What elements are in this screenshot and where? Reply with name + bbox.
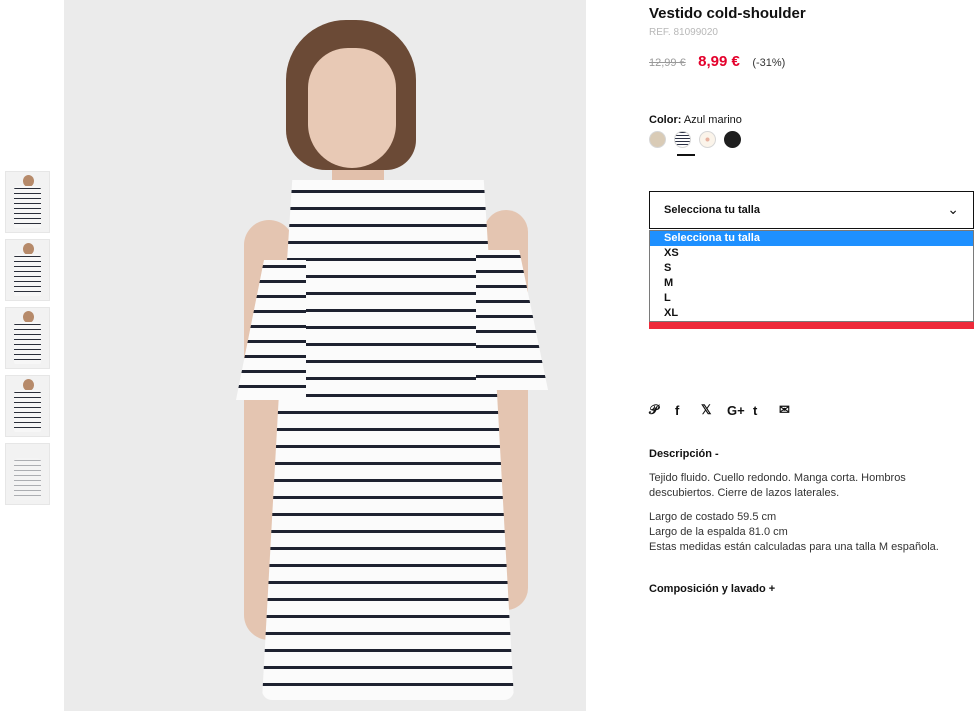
thumbnail-list — [5, 171, 50, 511]
size-select[interactable]: Selecciona tu talla ⌄ — [649, 191, 974, 229]
color-swatches — [649, 131, 749, 148]
product-reference: REF. 81099020 — [649, 27, 718, 38]
selected-swatch-indicator — [677, 154, 695, 156]
product-main-image[interactable] — [64, 0, 586, 711]
description-toggle[interactable]: Descripción - — [649, 448, 719, 460]
swatch-floral[interactable] — [699, 131, 716, 148]
thumbnail-2[interactable] — [5, 239, 50, 301]
facebook-icon[interactable]: f — [675, 403, 701, 418]
google-plus-icon[interactable]: G+ — [727, 403, 753, 418]
chevron-down-icon: ⌄ — [947, 201, 959, 217]
swatch-beige[interactable] — [649, 131, 666, 148]
size-option-xs[interactable]: XS — [650, 246, 973, 261]
swatch-black[interactable] — [724, 131, 741, 148]
size-option-xl[interactable]: XL — [650, 306, 973, 321]
email-icon[interactable]: ✉ — [779, 402, 805, 418]
measure-line-1: Largo de costado 59.5 cm — [649, 511, 777, 523]
product-title: Vestido cold-shoulder — [649, 5, 806, 22]
social-share-row: 𝒫 f 𝕏 G+ t ✉ — [649, 402, 805, 418]
size-option[interactable]: Selecciona tu talla — [650, 231, 973, 246]
color-value: Azul marino — [683, 114, 742, 126]
color-label-row: Color: Azul marino — [649, 114, 742, 126]
description-text: Tejido fluido. Cuello redondo. Manga cor… — [649, 471, 969, 555]
twitter-icon[interactable]: 𝕏 — [701, 402, 727, 418]
model-face — [308, 48, 396, 168]
thumbnail-5[interactable] — [5, 443, 50, 505]
pinterest-icon[interactable]: 𝒫 — [649, 402, 675, 418]
thumbnail-4[interactable] — [5, 375, 50, 437]
discount-badge: (-31%) — [752, 57, 786, 69]
thumbnail-3[interactable] — [5, 307, 50, 369]
measure-line-3: Estas medidas están calculadas para una … — [649, 541, 939, 553]
size-dropdown-list: Selecciona tu talla XS S M L XL — [649, 230, 974, 322]
old-price: 12,99 € — [649, 57, 686, 69]
price-row: 12,99 € 8,99 € (-31%) — [649, 53, 785, 71]
color-label: Color: — [649, 114, 682, 126]
dress-sleeve-right — [476, 250, 548, 390]
size-option-s[interactable]: S — [650, 261, 973, 276]
sale-price: 8,99 € — [698, 53, 740, 70]
swatch-navy-stripes[interactable] — [674, 131, 691, 148]
size-option-m[interactable]: M — [650, 276, 973, 291]
description-paragraph: Tejido fluido. Cuello redondo. Manga cor… — [649, 472, 906, 499]
thumbnail-1[interactable] — [5, 171, 50, 233]
size-option-l[interactable]: L — [650, 291, 973, 306]
size-select-label: Selecciona tu talla — [664, 204, 760, 216]
tumblr-icon[interactable]: t — [753, 403, 779, 418]
measure-line-2: Largo de la espalda 81.0 cm — [649, 526, 788, 538]
add-to-bag-bar[interactable] — [649, 322, 974, 329]
composition-toggle[interactable]: Composición y lavado + — [649, 583, 775, 595]
